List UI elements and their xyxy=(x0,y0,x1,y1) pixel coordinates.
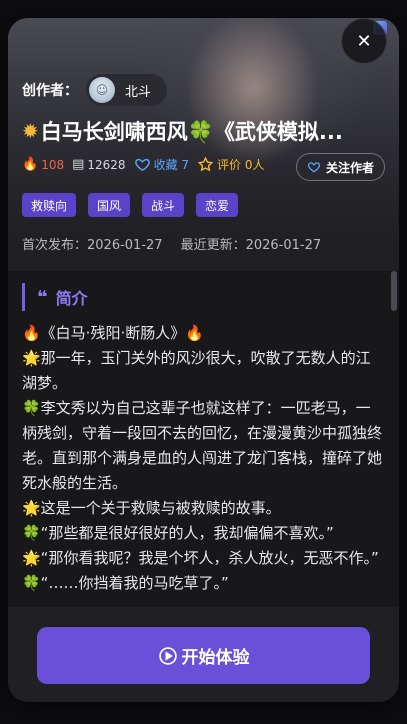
footer: 开始体验 xyxy=(8,607,399,702)
hot-count: 🔥 108 xyxy=(22,157,64,172)
detail-card: ✕ 创作者： ☺ 北斗 ✹ 白马长剑啸西风🍀《武侠模拟... 🔥 108 ▤ 1… xyxy=(8,18,399,702)
star-icon: ✹ xyxy=(22,119,39,143)
tag-list: 救赎向 国风 战斗 恋爱 xyxy=(22,193,250,217)
close-icon: ✕ xyxy=(356,30,372,52)
start-button[interactable]: 开始体验 xyxy=(37,627,370,684)
word-count: ▤ 12628 xyxy=(72,157,125,172)
rating-label: 评价 0人 xyxy=(217,158,265,172)
stats-row: 🔥 108 ▤ 12628 收藏 7 评价 0人 xyxy=(22,156,272,173)
follow-author-button[interactable]: 关注作者 xyxy=(295,153,385,181)
updated-date: 最近更新：2026-01-27 xyxy=(180,238,322,253)
scrollbar[interactable] xyxy=(391,271,397,311)
fire-icon: 🔥 xyxy=(22,157,39,172)
intro-line: 🌟“那你看我呢？我是个坏人，杀人放火，无恶不作。” xyxy=(22,549,379,567)
rating-button[interactable]: 评价 0人 xyxy=(197,156,264,173)
intro-section[interactable]: ❝ 简介 🔥《白马·残阳·断肠人》🔥 🌟那一年，玉门关外的风沙很大，吹散了无数人… xyxy=(8,271,399,607)
tag[interactable]: 国风 xyxy=(88,193,131,217)
page-title: ✹ 白马长剑啸西风🍀《武侠模拟... xyxy=(22,116,372,146)
intro-line: 🌟这是一个关于救赎与被救赎的故事。 xyxy=(22,499,281,517)
word-value: 12628 xyxy=(87,157,126,172)
tag[interactable]: 救赎向 xyxy=(22,193,77,217)
intro-line: 🔥《白马·残阳·断肠人》🔥 xyxy=(22,324,204,342)
intro-line: 🌟那一年，玉门关外的风沙很大，吹散了无数人的江湖梦。 xyxy=(22,349,371,392)
intro-heading: ❝ 简介 xyxy=(22,283,88,311)
avatar: ☺ xyxy=(89,77,115,103)
heart-icon xyxy=(307,162,321,173)
dates-row: 首次发布：2026-01-27 最近更新：2026-01-27 xyxy=(22,234,339,253)
document-icon: ▤ xyxy=(72,157,85,172)
intro-heading-text: 简介 xyxy=(55,289,88,308)
favorite-button[interactable]: 收藏 7 xyxy=(134,156,189,173)
intro-line: 🍀“……你挡着我的马吃草了。” xyxy=(22,574,229,592)
tag[interactable]: 战斗 xyxy=(142,193,185,217)
creator-row: 创作者： ☺ 北斗 xyxy=(22,74,168,106)
close-button[interactable]: ✕ xyxy=(341,18,387,64)
intro-text: 🔥《白马·残阳·断肠人》🔥 🌟那一年，玉门关外的风沙很大，吹散了无数人的江湖梦。… xyxy=(22,321,382,596)
hot-value: 108 xyxy=(41,157,65,172)
tag[interactable]: 恋爱 xyxy=(196,193,239,217)
favorite-label: 收藏 7 xyxy=(153,158,190,172)
start-label: 开始体验 xyxy=(181,648,250,668)
quote-icon: ❝ xyxy=(37,286,48,308)
creator-label: 创作者： xyxy=(22,83,78,99)
play-icon xyxy=(158,646,177,665)
star-outline-icon xyxy=(197,156,214,172)
published-date: 首次发布：2026-01-27 xyxy=(22,238,163,253)
title-text: 白马长剑啸西风🍀《武侠模拟... xyxy=(40,120,343,144)
intro-line: 🍀“那些都是很好很好的人，我却偏偏不喜欢。” xyxy=(22,524,334,542)
intro-line: 🍀李文秀以为自己这辈子也就这样了：一匹老马，一柄残剑，守着一段回不去的回忆，在漫… xyxy=(22,399,383,492)
creator-profile-link[interactable]: ☺ 北斗 xyxy=(86,74,168,106)
creator-name: 北斗 xyxy=(125,84,152,100)
heart-icon xyxy=(134,158,150,172)
follow-label: 关注作者 xyxy=(325,160,374,175)
